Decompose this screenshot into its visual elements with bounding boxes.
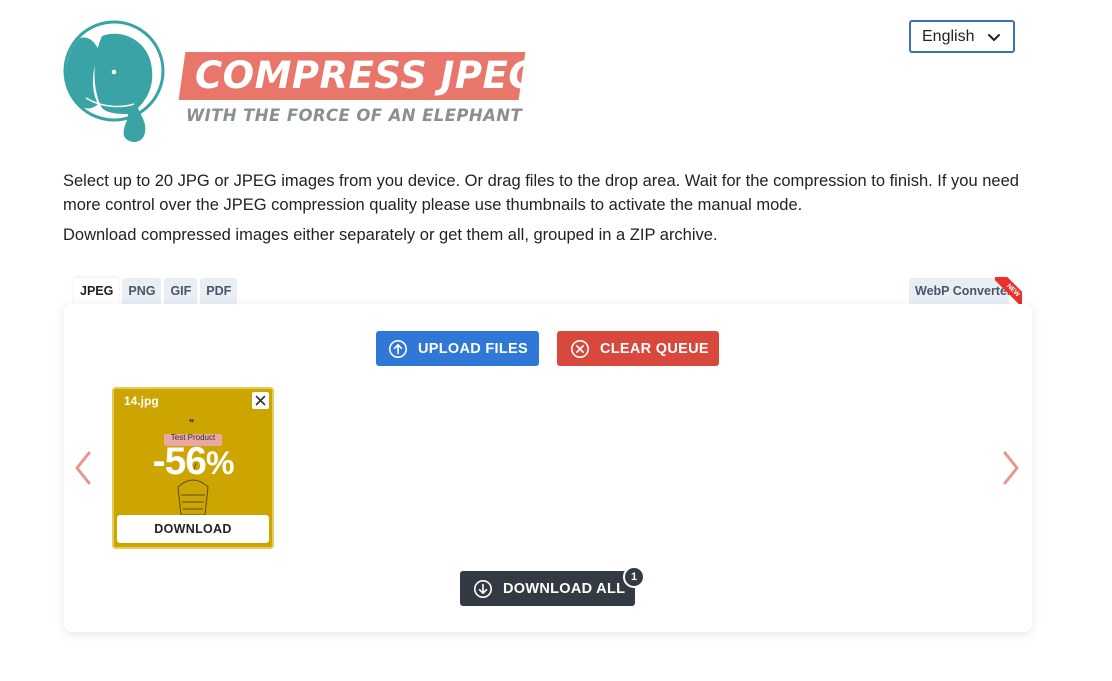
- compression-ratio-unit: %: [205, 445, 234, 481]
- description: Select up to 20 JPG or JPEG images from …: [63, 169, 1043, 247]
- tab-jpeg[interactable]: JPEG: [74, 278, 120, 304]
- compression-ratio: -56%: [114, 440, 272, 484]
- logo-title: COMPRESS JPEG: [195, 54, 540, 97]
- thumbnail-filename: 14.jpg: [124, 394, 159, 408]
- language-select[interactable]: English: [909, 20, 1015, 53]
- remove-file-button[interactable]: [252, 392, 269, 409]
- logo[interactable]: COMPRESS JPEG WITH THE FORCE OF AN ELEPH…: [62, 18, 539, 148]
- tab-webp-converter[interactable]: WebP Converter: [909, 278, 1009, 304]
- elephant-logo-icon: [63, 20, 165, 142]
- close-icon: [255, 395, 266, 406]
- upload-icon: [389, 339, 407, 358]
- chevron-right-icon[interactable]: [1000, 450, 1022, 486]
- thumbnail-card[interactable]: ❞ Test Product 14.jpg -56% DOWNLOAD: [112, 387, 274, 549]
- new-ribbon: NEW: [995, 277, 1022, 304]
- clear-queue-button[interactable]: CLEAR QUEUE: [557, 331, 719, 366]
- upload-panel[interactable]: UPLOAD FILES CLEAR QUEUE ❞ Test Product …: [64, 304, 1032, 632]
- svg-text:❞: ❞: [189, 419, 194, 429]
- language-select-value: English: [922, 27, 975, 45]
- description-line-1: Select up to 20 JPG or JPEG images from …: [63, 172, 1019, 214]
- chevron-down-icon: [988, 34, 1000, 41]
- tab-gif[interactable]: GIF: [164, 278, 198, 304]
- upload-files-button[interactable]: UPLOAD FILES: [376, 331, 539, 366]
- download-icon: [474, 579, 492, 598]
- download-count-badge: 1: [623, 566, 645, 588]
- upload-files-label: UPLOAD FILES: [418, 340, 528, 357]
- clear-queue-label: CLEAR QUEUE: [600, 340, 709, 357]
- chevron-left-icon[interactable]: [72, 450, 94, 486]
- tab-pdf[interactable]: PDF: [200, 278, 238, 304]
- clear-icon: [571, 339, 589, 358]
- download-all-label: DOWNLOAD ALL: [503, 580, 626, 597]
- description-line-2: Download compressed images either separa…: [63, 226, 718, 244]
- compression-ratio-value: -56: [152, 440, 207, 483]
- new-ribbon-label: NEW: [995, 277, 1022, 304]
- tab-png[interactable]: PNG: [122, 278, 162, 304]
- download-all-button[interactable]: DOWNLOAD ALL: [460, 571, 635, 606]
- logo-tagline: WITH THE FORCE OF AN ELEPHANT: [186, 106, 523, 125]
- format-tabs: JPEG PNG GIF PDF: [74, 278, 238, 304]
- download-file-button[interactable]: DOWNLOAD: [117, 515, 269, 543]
